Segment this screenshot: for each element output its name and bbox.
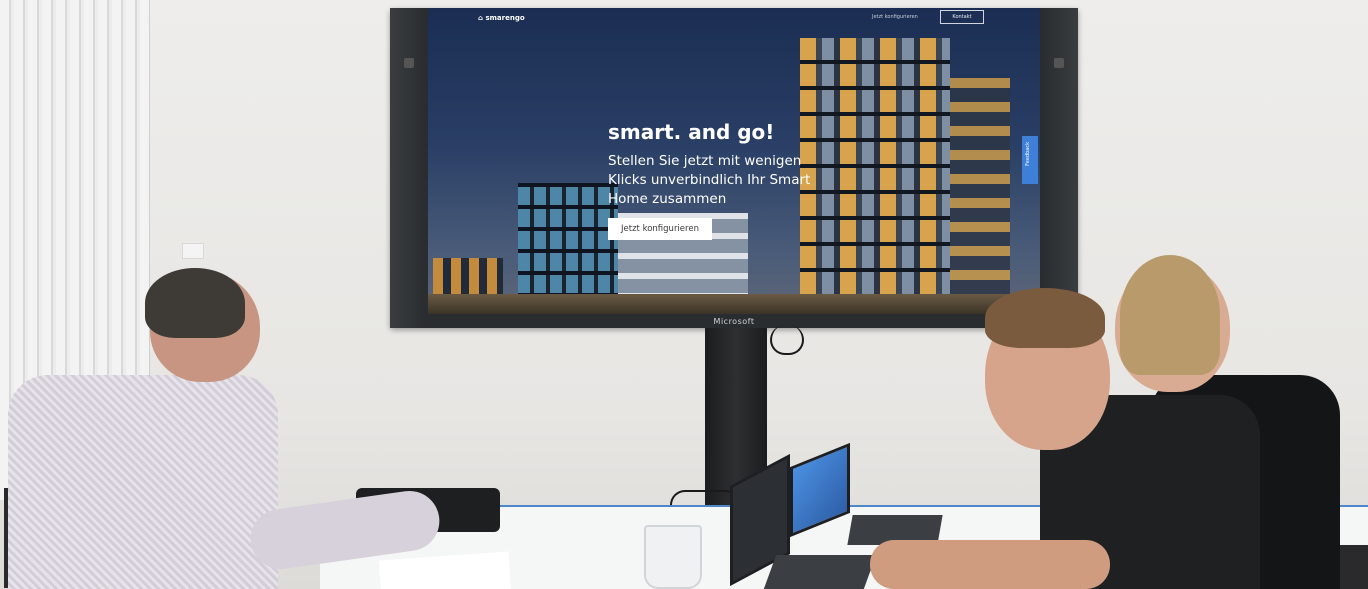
person-middle-arm xyxy=(870,540,1110,589)
wall-display: ⌂ smarengo Jetzt konfigurieren Kontakt s… xyxy=(390,8,1078,328)
display-screen: ⌂ smarengo Jetzt konfigurieren Kontakt s… xyxy=(428,8,1040,314)
nav-configure-link[interactable]: Jetzt konfigurieren xyxy=(872,14,918,20)
feedback-tab[interactable]: Feedback xyxy=(1022,136,1038,184)
feedback-label: Feedback xyxy=(1025,142,1031,166)
laptop-keyboard xyxy=(763,555,877,589)
display-camera-icon xyxy=(1054,58,1064,68)
hero-title: smart. and go! xyxy=(608,120,775,144)
display-brand-label: Microsoft xyxy=(713,317,755,326)
hero-subtitle: Stellen Sie jetzt mit wenigen Klicks unv… xyxy=(608,153,811,207)
site-logo[interactable]: ⌂ smarengo xyxy=(478,14,525,22)
display-speaker-right xyxy=(1042,8,1078,328)
person-left-hair xyxy=(145,268,245,338)
configure-button[interactable]: Jetzt konfigurieren xyxy=(608,218,712,240)
cable xyxy=(770,325,804,355)
nav-contact-button[interactable]: Kontakt xyxy=(940,10,984,24)
display-camera-icon xyxy=(404,58,414,68)
water-glass xyxy=(644,525,702,589)
site-logo-text: smarengo xyxy=(485,14,525,22)
person-middle-hair xyxy=(985,288,1105,348)
building-side xyxy=(950,78,1010,314)
person-right-hair xyxy=(1120,255,1220,375)
person-left-body xyxy=(8,375,278,589)
street xyxy=(428,294,1040,314)
display-speaker-left xyxy=(390,8,426,328)
meeting-room-photo: ⌂ smarengo Jetzt konfigurieren Kontakt s… xyxy=(0,0,1368,589)
wall-socket xyxy=(182,243,204,259)
building-tall xyxy=(800,38,950,314)
